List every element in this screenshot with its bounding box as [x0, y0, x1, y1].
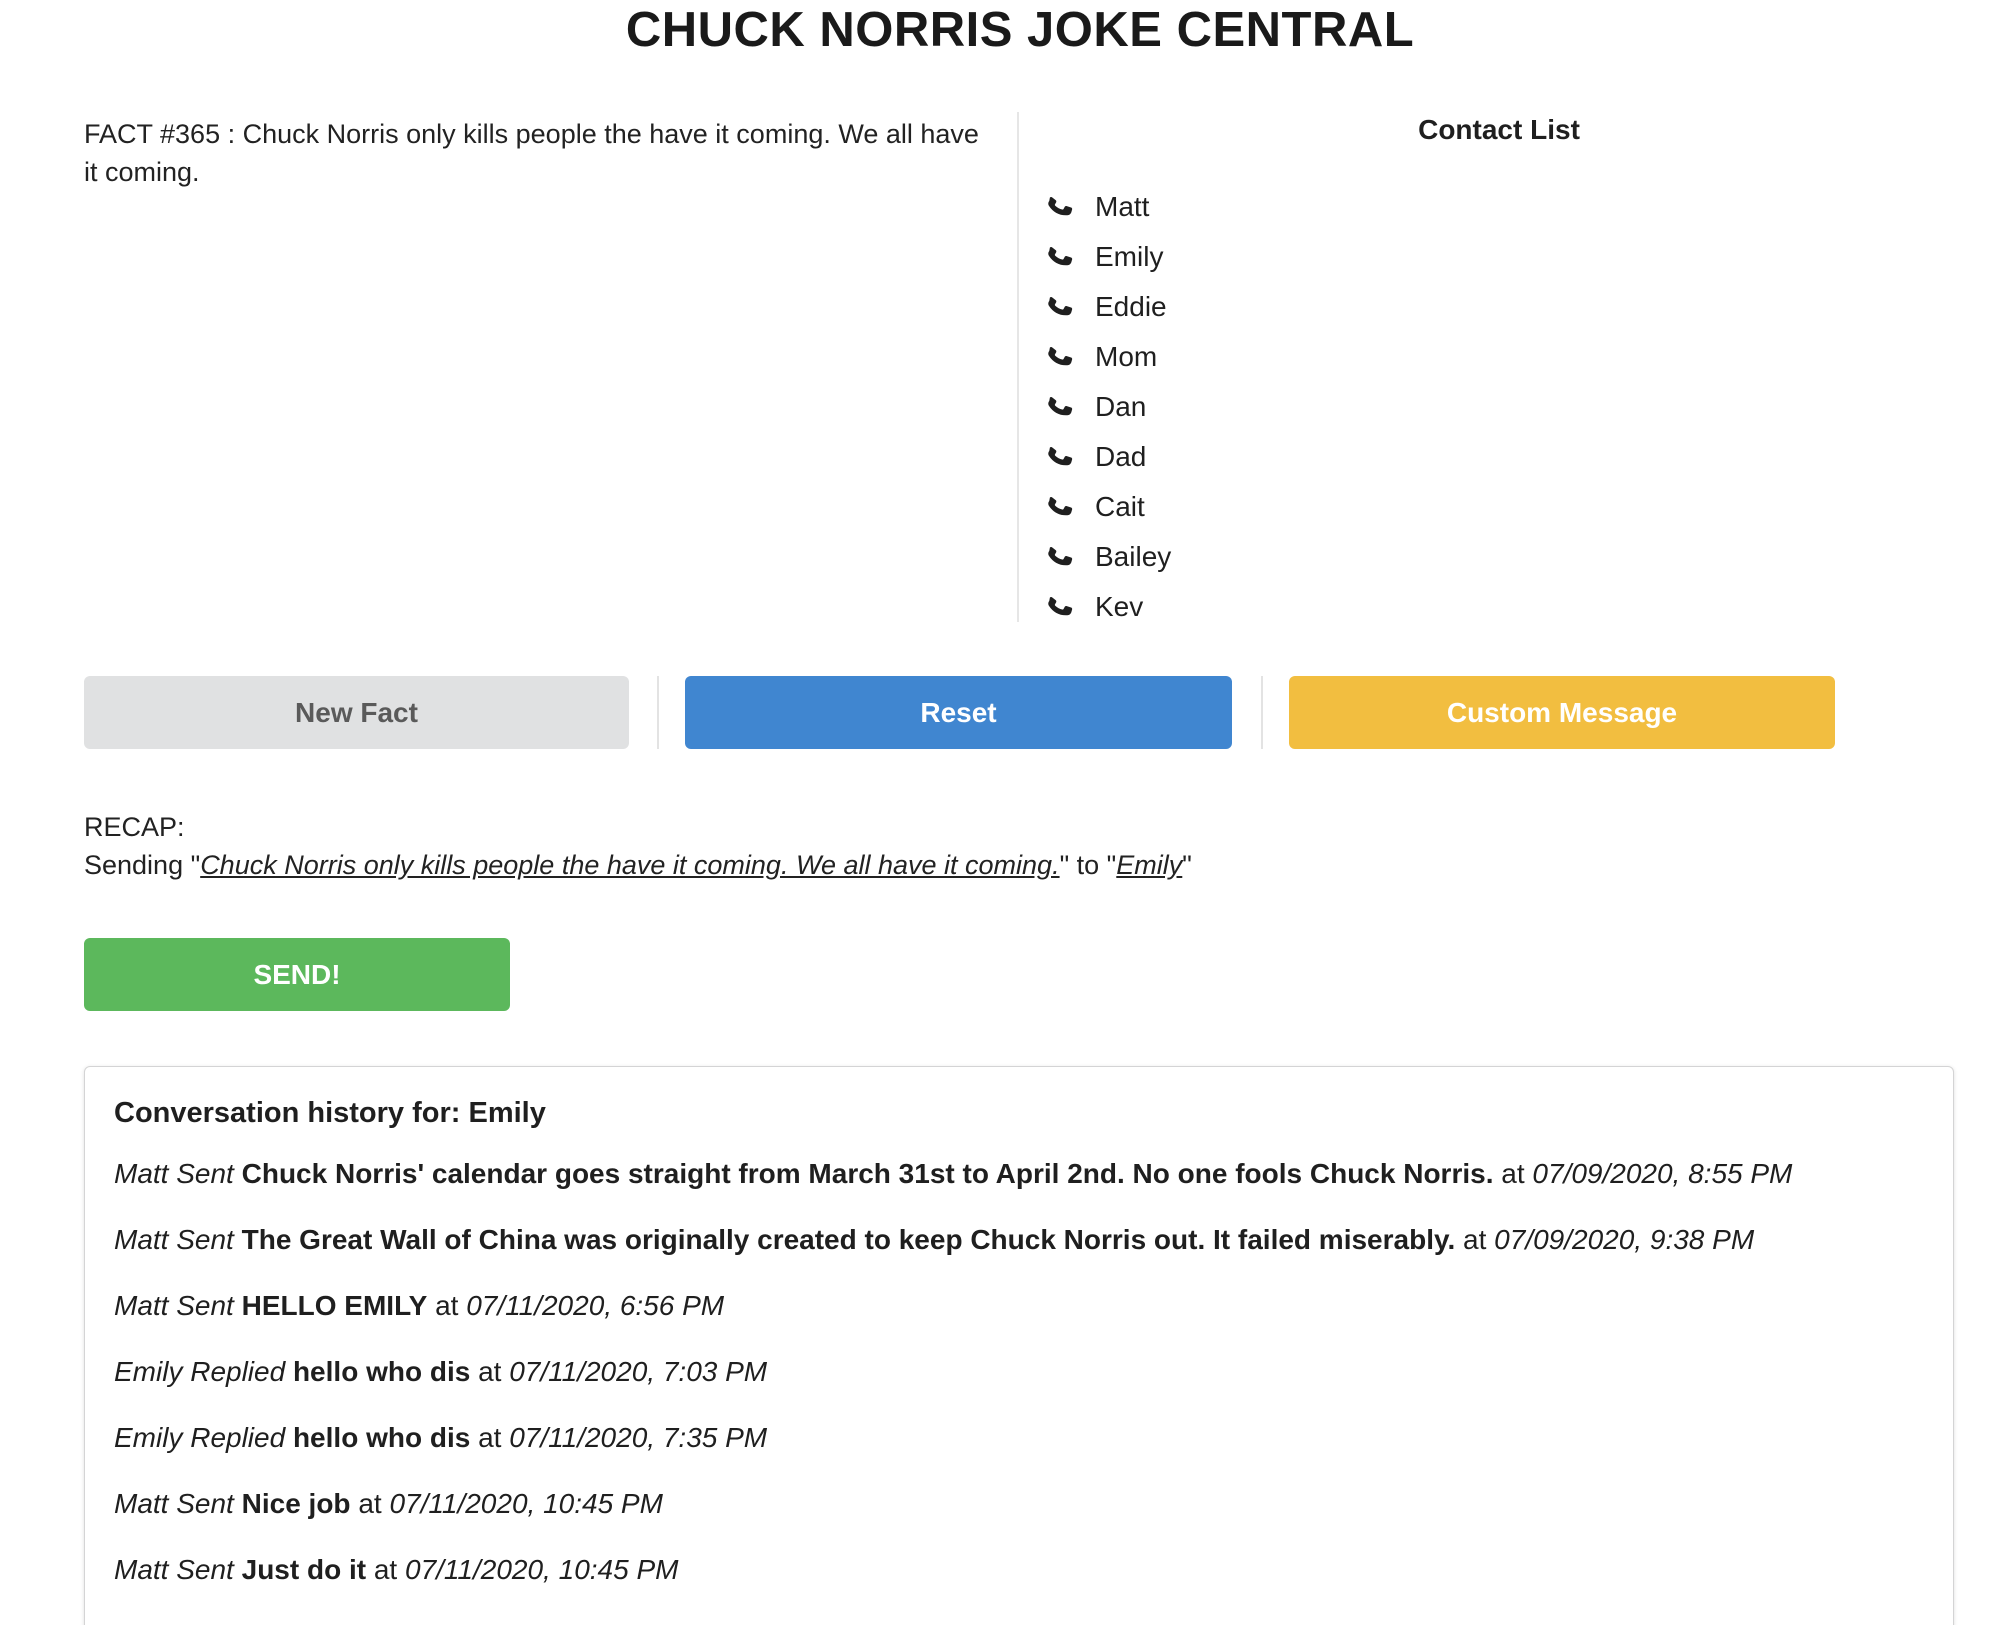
message-at: at	[373, 1554, 398, 1585]
recap: RECAP: Sending "Chuck Norris only kills …	[84, 808, 1192, 884]
contact-item-dan[interactable]: Dan	[1045, 382, 1171, 432]
message-text: Just do it	[241, 1554, 367, 1585]
message-sender: Emily Replied	[114, 1356, 286, 1387]
contact-name: Dad	[1095, 441, 1147, 472]
message-sender: Matt Sent	[114, 1290, 234, 1321]
recap-message: Chuck Norris only kills people the have …	[200, 850, 1060, 880]
contact-name: Mom	[1095, 341, 1158, 372]
reset-button[interactable]: Reset	[685, 676, 1232, 749]
message-timestamp: 07/11/2020, 10:45 PM	[389, 1488, 663, 1519]
message-sender: Matt Sent	[114, 1158, 234, 1189]
contact-name: Dan	[1095, 391, 1147, 422]
new-fact-button[interactable]: New Fact	[84, 676, 629, 749]
message-at: at	[478, 1422, 502, 1453]
message-timestamp: 07/11/2020, 6:56 PM	[466, 1290, 725, 1321]
contact-item-mom[interactable]: Mom	[1045, 332, 1171, 382]
message-text: Nice job	[241, 1488, 351, 1519]
message-text: The Great Wall of China was originally c…	[241, 1224, 1456, 1255]
message-at: at	[358, 1488, 382, 1519]
recap-suffix: "	[1182, 850, 1192, 880]
recap-label: RECAP:	[84, 812, 185, 842]
message-sender: Matt Sent	[114, 1488, 234, 1519]
history-message: Emily Replied hello who dis at 07/11/202…	[114, 1350, 1924, 1394]
phone-icon	[1045, 242, 1075, 272]
button-separator	[657, 676, 659, 749]
contact-item-cait[interactable]: Cait	[1045, 482, 1171, 532]
history-message: Matt Sent The Great Wall of China was or…	[114, 1218, 1924, 1262]
conversation-history-title: Conversation history for: Emily	[114, 1097, 546, 1129]
contact-item-matt[interactable]: Matt	[1045, 182, 1171, 232]
page-title: CHUCK NORRIS JOKE CENTRAL	[625, 3, 1415, 57]
contact-name: Eddie	[1095, 291, 1167, 322]
phone-icon	[1045, 292, 1075, 322]
phone-icon	[1045, 542, 1075, 572]
phone-icon	[1045, 392, 1075, 422]
screenshot-bottom-cutoff	[0, 1625, 2014, 1640]
page: CHUCK NORRIS JOKE CENTRAL FACT #365 : Ch…	[0, 0, 2014, 1640]
history-message: Emily Replied hello who dis at 07/11/202…	[114, 1416, 1924, 1460]
message-timestamp: 07/11/2020, 7:03 PM	[509, 1356, 768, 1387]
recap-line: Sending "Chuck Norris only kills people …	[84, 846, 1192, 884]
message-sender: Matt Sent	[114, 1224, 234, 1255]
message-at: at	[1501, 1158, 1525, 1189]
button-separator	[1261, 676, 1263, 749]
conversation-history-panel: Conversation history for: Emily Matt Sen…	[84, 1066, 1954, 1640]
phone-icon	[1045, 342, 1075, 372]
message-timestamp: 07/09/2020, 9:38 PM	[1494, 1224, 1755, 1255]
contact-item-bailey[interactable]: Bailey	[1045, 532, 1171, 582]
contact-item-kev[interactable]: Kev	[1045, 582, 1171, 632]
history-message: Matt Sent Just do it at 07/11/2020, 10:4…	[114, 1548, 1924, 1592]
contact-name: Bailey	[1095, 541, 1172, 572]
phone-icon	[1045, 192, 1075, 222]
contact-list-title: Contact List	[1418, 114, 1580, 145]
contact-item-dad[interactable]: Dad	[1045, 432, 1171, 482]
phone-icon	[1045, 592, 1075, 622]
message-timestamp: 07/11/2020, 10:45 PM	[405, 1554, 679, 1585]
phone-icon	[1045, 442, 1075, 472]
message-text: hello who dis	[292, 1356, 471, 1387]
recap-middle: " to "	[1059, 850, 1117, 880]
message-text: Chuck Norris' calendar goes straight fro…	[241, 1158, 1494, 1189]
contact-item-emily[interactable]: Emily	[1045, 232, 1171, 282]
message-text: hello who dis	[292, 1422, 471, 1453]
custom-message-button[interactable]: Custom Message	[1289, 676, 1835, 749]
message-text: HELLO EMILY	[241, 1290, 428, 1321]
message-timestamp: 07/11/2020, 7:35 PM	[509, 1422, 768, 1453]
contact-item-eddie[interactable]: Eddie	[1045, 282, 1171, 332]
message-at: at	[435, 1290, 459, 1321]
message-at: at	[478, 1356, 502, 1387]
contact-name: Kev	[1095, 591, 1144, 622]
history-message: Matt Sent Chuck Norris' calendar goes st…	[114, 1152, 1924, 1196]
send-button[interactable]: SEND!	[84, 938, 510, 1011]
vertical-divider	[1017, 112, 1019, 622]
message-sender: Matt Sent	[114, 1554, 234, 1585]
history-message: Matt Sent HELLO EMILY at 07/11/2020, 6:5…	[114, 1284, 1924, 1328]
message-sender: Emily Replied	[114, 1422, 286, 1453]
contact-list: Matt Emily Eddie Mom Dan Dad Cait Bailey Kev	[1045, 182, 1171, 632]
recap-prefix: Sending "	[84, 850, 201, 880]
message-list: Matt Sent Chuck Norris' calendar goes st…	[114, 1152, 1924, 1592]
phone-icon	[1045, 492, 1075, 522]
recap-recipient: Emily	[1116, 850, 1183, 880]
message-at: at	[1463, 1224, 1487, 1255]
history-message: Matt Sent Nice job at 07/11/2020, 10:45 …	[114, 1482, 1924, 1526]
message-timestamp: 07/09/2020, 8:55 PM	[1532, 1158, 1793, 1189]
contact-name: Emily	[1095, 241, 1164, 272]
fact-text: FACT #365 : Chuck Norris only kills peop…	[84, 119, 979, 187]
contact-name: Matt	[1095, 191, 1150, 222]
contact-name: Cait	[1095, 491, 1145, 522]
